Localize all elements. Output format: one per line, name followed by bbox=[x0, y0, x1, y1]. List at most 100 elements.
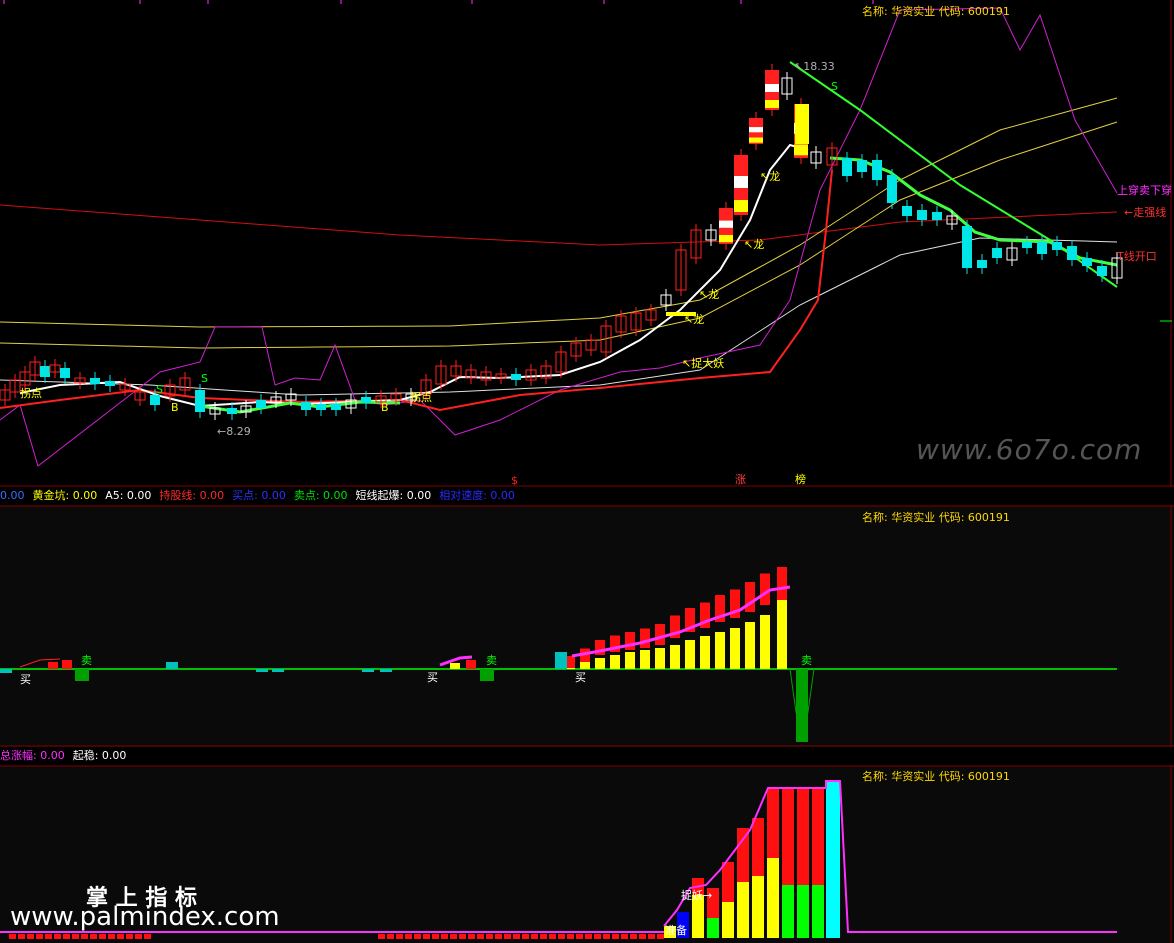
base-tick bbox=[414, 934, 421, 939]
candle-mark bbox=[749, 127, 763, 133]
buy-label-3: 买 bbox=[575, 671, 586, 684]
stack-bar bbox=[722, 902, 734, 938]
vol-bar bbox=[272, 669, 284, 672]
arrow-icon: ↖ bbox=[699, 288, 709, 301]
base-tick bbox=[459, 934, 466, 939]
t-line-label: T线开口 bbox=[1117, 250, 1157, 263]
candle-mark bbox=[734, 200, 748, 212]
candle-body bbox=[992, 248, 1002, 258]
base-tick bbox=[522, 934, 529, 939]
vol-bar-yellow bbox=[777, 600, 787, 669]
candle-body bbox=[1097, 266, 1107, 276]
indicator-status-item: A5: 0.00 bbox=[105, 489, 152, 502]
stack-bar bbox=[812, 885, 824, 938]
vol-bar-red bbox=[625, 632, 635, 650]
vol-bar bbox=[48, 662, 58, 669]
vol-bar bbox=[0, 669, 12, 673]
base-tick bbox=[630, 934, 637, 939]
limit-up-label: 涨 bbox=[735, 473, 746, 486]
candle-mark bbox=[765, 84, 779, 92]
base-tick bbox=[81, 934, 88, 939]
candle-mark bbox=[734, 176, 748, 188]
sell-s-label-1: S bbox=[201, 372, 208, 385]
base-tick bbox=[144, 934, 151, 939]
base-tick bbox=[18, 934, 25, 939]
candle-body bbox=[842, 158, 852, 176]
base-tick bbox=[603, 934, 610, 939]
indicator-status-bar-1: 0.00 黄金坑: 0.00 A5: 0.00 持股线: 0.00 买点: 0.00 卖点… bbox=[0, 487, 1174, 505]
candle-body bbox=[60, 368, 70, 378]
vol-bar bbox=[256, 669, 268, 672]
base-tick bbox=[558, 934, 565, 939]
strong-line-label: ←走强线 bbox=[1124, 206, 1167, 219]
stack-bar bbox=[737, 882, 749, 938]
candle-body bbox=[90, 378, 100, 384]
arrow-icon: ↖ bbox=[794, 60, 804, 73]
base-tick bbox=[27, 934, 34, 939]
turning-point-label-2: 拐点 bbox=[410, 391, 432, 404]
candle-body bbox=[1052, 242, 1062, 250]
arrow-icon: ↖ bbox=[744, 238, 754, 251]
base-tick bbox=[54, 934, 61, 939]
base-tick bbox=[504, 934, 511, 939]
vol-bar-yellow bbox=[730, 628, 740, 669]
base-tick bbox=[9, 934, 16, 939]
base-tick bbox=[657, 934, 664, 939]
buy-label-2: 买 bbox=[427, 671, 438, 684]
arrow-icon: ↖ bbox=[682, 357, 692, 370]
sell-label-3: 卖 bbox=[801, 654, 812, 667]
stack-bar bbox=[707, 918, 719, 938]
sell-s-label-2: S bbox=[156, 383, 163, 396]
candle-body bbox=[511, 374, 521, 380]
base-tick bbox=[612, 934, 619, 939]
sell-label-2: 卖 bbox=[486, 654, 497, 667]
base-tick bbox=[405, 934, 412, 939]
indicator-status-item: 黄金坑: 0.00 bbox=[32, 489, 98, 502]
base-tick bbox=[396, 934, 403, 939]
candle-body bbox=[795, 104, 809, 144]
indicator-status-bar-2: 总涨幅: 0.00 起稳: 0.00 bbox=[0, 747, 1174, 765]
base-tick bbox=[72, 934, 79, 939]
candle-body bbox=[316, 404, 326, 410]
arrow-icon: ↖ bbox=[684, 313, 694, 326]
base-tick bbox=[126, 934, 133, 939]
candle-body bbox=[1082, 258, 1092, 266]
stack-bar-red bbox=[797, 788, 809, 885]
vol-bar-green bbox=[75, 669, 89, 681]
candle-body bbox=[887, 175, 897, 203]
candle-mark bbox=[765, 100, 779, 108]
base-tick bbox=[90, 934, 97, 939]
base-tick bbox=[423, 934, 430, 939]
vol-bar-yellow bbox=[670, 645, 680, 669]
base-tick bbox=[477, 934, 484, 939]
vol-bar bbox=[380, 669, 392, 672]
vol-bar-yellow bbox=[595, 658, 605, 669]
sell-label-1: 卖 bbox=[81, 654, 92, 667]
base-tick bbox=[585, 934, 592, 939]
candle-body bbox=[917, 210, 927, 220]
base-tick bbox=[549, 934, 556, 939]
vol-bar bbox=[62, 660, 72, 669]
indicator-status-item: 买点: 0.00 bbox=[232, 489, 286, 502]
base-tick bbox=[36, 934, 43, 939]
vol-bar-green bbox=[796, 669, 808, 742]
cross-label: 上穿卖下穿 bbox=[1117, 184, 1172, 197]
indicator-status-item: 相对速度: 0.00 bbox=[439, 489, 515, 502]
candle-body bbox=[256, 400, 266, 408]
vol-bar-yellow bbox=[700, 636, 710, 669]
stack-bar-red bbox=[737, 828, 749, 882]
candle-body bbox=[962, 226, 972, 268]
base-tick bbox=[594, 934, 601, 939]
vol-bar-red bbox=[640, 628, 650, 648]
base-tick bbox=[387, 934, 394, 939]
stack-bar bbox=[782, 885, 794, 938]
base-tick bbox=[621, 934, 628, 939]
dragon-label-3: ↖龙 bbox=[744, 238, 765, 251]
url-watermark: www.palmindex.com bbox=[10, 902, 280, 932]
base-tick bbox=[513, 934, 520, 939]
candle-body bbox=[857, 160, 867, 172]
vol-bar bbox=[166, 662, 178, 669]
stack-bar-red bbox=[767, 788, 779, 858]
base-tick bbox=[540, 934, 547, 939]
dragon-label-2: ↖龙 bbox=[699, 288, 720, 301]
